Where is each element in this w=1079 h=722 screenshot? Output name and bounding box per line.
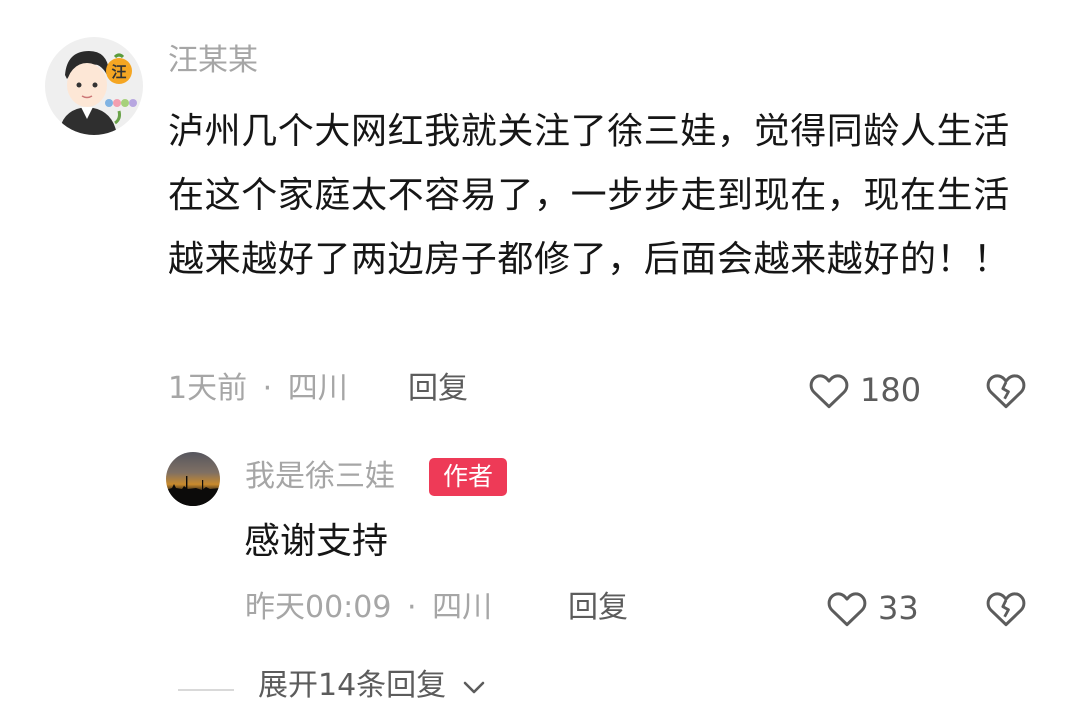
comment-username[interactable]: 汪某某 [168,46,258,76]
reply-time: 昨天00:09 [245,590,392,625]
reply-location: 四川 [432,590,493,625]
reply-text: 感谢支持 [244,521,389,562]
expand-replies-label: 展开14条回复 [258,668,447,703]
chevron-down-icon [463,681,485,693]
meta-separator: · [262,371,273,406]
sunset-avatar-icon [166,476,220,506]
comment-text: 泸州几个大网红我就关注了徐三娃，觉得同龄人生活在这个家庭太不容易了，一步步走到现… [168,111,1010,280]
author-badge: 作者 [429,458,507,496]
comment-location: 四川 [287,371,348,406]
reply-reply-button[interactable]: 回复 [568,593,628,623]
dislike-broken-heart-icon[interactable] [985,370,1027,410]
reply-meta: 昨天00:09 · 四川 [245,593,492,623]
heart-icon[interactable] [808,370,850,410]
expand-replies-button[interactable]: 展开14条回复 [258,671,488,701]
comment-time: 1天前 [168,371,248,406]
comment-meta: 1天前 · 四川 [168,374,348,404]
comment-reply-button[interactable]: 回复 [408,374,468,404]
avatar-main[interactable]: 汪 [45,37,143,135]
meta-separator: · [407,590,417,625]
dislike-broken-heart-icon[interactable] [985,588,1027,628]
comment-like-count: 180 [860,371,922,409]
reply-like-count: 33 [878,589,919,627]
reply-username[interactable]: 我是徐三娃 [245,462,395,492]
avatar-badge-glyph: 汪 [111,63,126,81]
avatar-reply[interactable] [166,452,220,506]
divider [178,689,234,691]
heart-icon[interactable] [826,588,868,628]
avatar-cartoon-icon: 汪 [59,51,137,135]
